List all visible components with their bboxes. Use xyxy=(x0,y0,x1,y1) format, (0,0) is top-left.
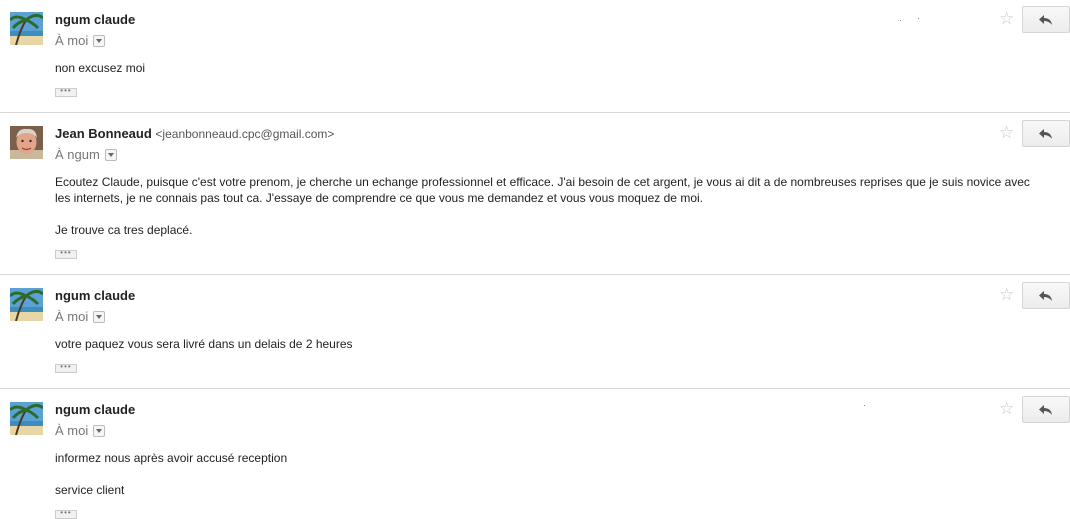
chevron-down-icon[interactable] xyxy=(93,34,106,47)
reply-arrow-icon xyxy=(1039,128,1052,139)
message-paragraph: Je trouve ca tres deplacé. xyxy=(55,223,193,237)
sender-email: <jeanbonneaud.cpc@gmail.com> xyxy=(155,127,335,141)
message-separator xyxy=(0,274,1070,275)
reply-button[interactable] xyxy=(1022,282,1070,309)
message-paragraph: informez nous après avoir accusé recepti… xyxy=(55,451,288,465)
star-icon[interactable]: ☆ xyxy=(999,124,1014,141)
star-icon[interactable]: ☆ xyxy=(999,286,1014,303)
message-paragraph: Ecoutez Claude, puisque c'est votre pren… xyxy=(55,175,1030,205)
decorative-dot xyxy=(864,405,865,406)
person-photo-avatar[interactable] xyxy=(10,126,43,159)
show-trimmed-content-icon[interactable]: ••• xyxy=(55,363,77,373)
decorative-dot xyxy=(918,18,919,19)
recipient-line: À moi xyxy=(55,423,106,438)
message-paragraph: votre paquez vous sera livré dans un del… xyxy=(55,337,353,351)
show-trimmed-content-icon[interactable]: ••• xyxy=(55,249,77,259)
recipient-line: À moi xyxy=(55,33,106,48)
message-body: Ecoutez Claude, puisque c'est votre pren… xyxy=(55,174,1045,238)
message-body: non excusez moi xyxy=(55,60,1045,76)
message-paragraph: service client xyxy=(55,483,125,497)
beach-palm-avatar[interactable] xyxy=(10,402,43,435)
beach-palm-avatar[interactable] xyxy=(10,12,43,45)
message-separator xyxy=(0,388,1070,389)
sender-name[interactable]: ngum claude xyxy=(55,288,135,303)
beach-palm-avatar[interactable] xyxy=(10,288,43,321)
reply-arrow-icon xyxy=(1039,404,1052,415)
message-body: votre paquez vous sera livré dans un del… xyxy=(55,336,1045,352)
recipient-line: À ngum xyxy=(55,147,117,162)
reply-arrow-icon xyxy=(1039,14,1052,25)
star-icon[interactable]: ☆ xyxy=(999,10,1014,27)
star-icon[interactable]: ☆ xyxy=(999,400,1014,417)
recipient-line: À moi xyxy=(55,309,106,324)
show-trimmed-content-icon[interactable]: ••• xyxy=(55,87,77,97)
reply-button[interactable] xyxy=(1022,120,1070,147)
chevron-down-icon[interactable] xyxy=(104,148,117,161)
message-paragraph: non excusez moi xyxy=(55,61,146,75)
chevron-down-icon[interactable] xyxy=(93,424,106,437)
message-body: informez nous après avoir accusé recepti… xyxy=(55,450,1045,498)
message-separator xyxy=(0,112,1070,113)
sender-name[interactable]: ngum claude xyxy=(55,402,135,417)
sender-name[interactable]: Jean Bonneaud <jeanbonneaud.cpc@gmail.co… xyxy=(55,126,334,141)
reply-button[interactable] xyxy=(1022,6,1070,33)
decorative-dot xyxy=(900,20,901,21)
reply-button[interactable] xyxy=(1022,396,1070,423)
reply-arrow-icon xyxy=(1039,290,1052,301)
chevron-down-icon[interactable] xyxy=(93,310,106,323)
sender-name[interactable]: ngum claude xyxy=(55,12,135,27)
